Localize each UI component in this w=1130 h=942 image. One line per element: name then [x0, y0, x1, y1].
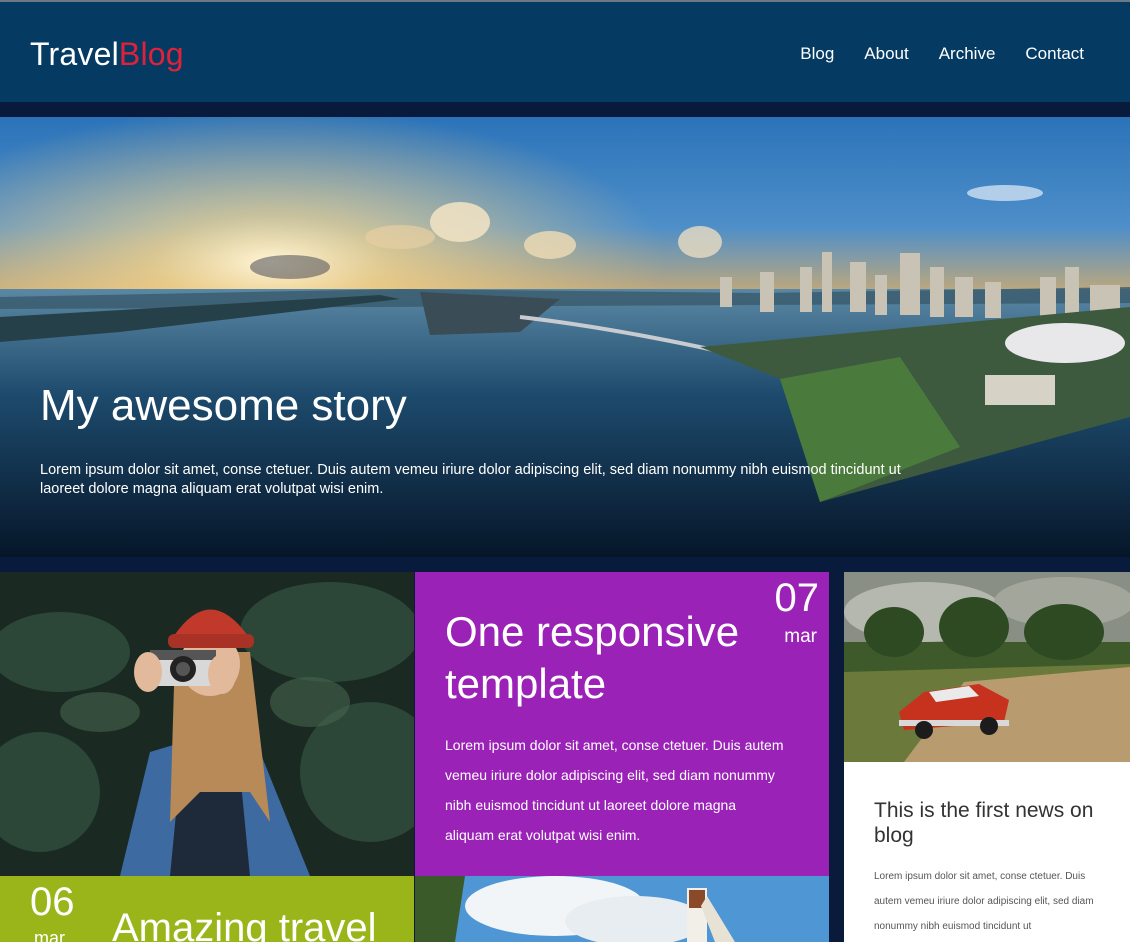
beach-image [415, 876, 829, 942]
main-nav: Blog About Archive Contact [800, 44, 1084, 64]
photographer-image [0, 572, 414, 876]
post-title[interactable]: Amazing travel [112, 906, 377, 942]
post-tile-amazing-travel[interactable]: 06 mar Amazing travel [0, 876, 414, 942]
photo-tile-photographer[interactable] [0, 572, 414, 876]
post-excerpt: Lorem ipsum dolor sit amet, conse ctetue… [445, 737, 784, 843]
hero-banner[interactable]: My awesome story Lorem ipsum dolor sit a… [0, 117, 1130, 557]
logo-blog: Blog [118, 36, 184, 72]
site-logo[interactable]: TravelBlog [30, 36, 184, 73]
post-tile-responsive-template[interactable]: One responsive template 07 mar Lorem ips… [415, 572, 829, 876]
nav-archive[interactable]: Archive [939, 44, 996, 64]
nav-contact[interactable]: Contact [1025, 44, 1084, 64]
post-date-month: mar [34, 928, 65, 942]
site-header: TravelBlog Blog About Archive Contact [0, 0, 1130, 102]
vintage-car-image [844, 572, 1130, 762]
news-excerpt: Lorem ipsum dolor sit amet, conse ctetue… [874, 871, 1094, 932]
hero-title: My awesome story [40, 381, 407, 430]
nav-about[interactable]: About [864, 44, 908, 64]
post-date-day: 07 [774, 576, 820, 620]
hero-text: Lorem ipsum dolor sit amet, conse ctetue… [40, 462, 901, 497]
post-date-month: mar [784, 626, 817, 647]
post-title[interactable]: One responsive template [445, 606, 765, 710]
news-title[interactable]: This is the first news on blog [874, 798, 1114, 848]
hero-divider [0, 557, 1130, 572]
logo-travel: Travel [30, 36, 119, 72]
photo-tile-car[interactable] [844, 572, 1130, 762]
nav-blog[interactable]: Blog [800, 44, 834, 64]
post-tile-first-news[interactable]: This is the first news on blog Lorem ips… [844, 762, 1130, 942]
header-divider [0, 102, 1130, 117]
photo-tile-beach[interactable] [415, 876, 829, 942]
post-date-day: 06 [30, 880, 75, 924]
tile-gap [829, 572, 844, 942]
